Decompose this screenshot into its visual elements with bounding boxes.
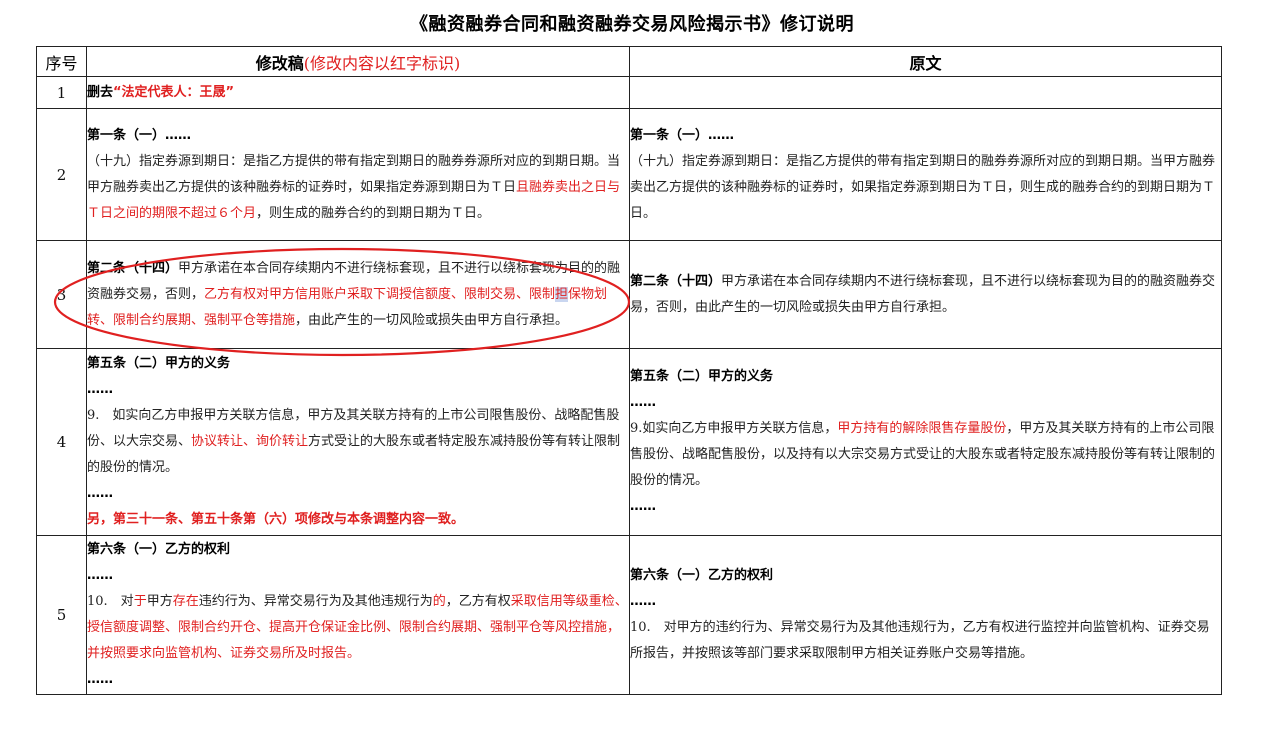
- rev-ellipsis: ……: [87, 486, 113, 501]
- orig-ellipsis: ……: [630, 594, 656, 609]
- orig-ellipsis: ……: [630, 499, 656, 514]
- table-row: 5 第六条（一）乙方的权利 …… 10. 对于甲方存在违约行为、异常交易行为及其…: [36, 535, 1222, 695]
- row-number: 3: [36, 240, 87, 349]
- rev-paragraph: 第二条（十四）甲方承诺在本合同存续期内不进行绕标套现，且不进行以绕标套现为目的的…: [87, 256, 629, 334]
- revised-cell: 第五条（二）甲方的义务 …… 9. 如实向乙方申报甲方关联方信息，甲方及其关联方…: [86, 348, 630, 536]
- header-original: 原文: [629, 46, 1222, 77]
- rev-paragraph: 9. 如实向乙方申报甲方关联方信息，甲方及其关联方持有的上市公司限售股份、战略配…: [87, 403, 629, 481]
- row-number: 4: [36, 348, 87, 536]
- original-cell: 第二条（十四）甲方承诺在本合同存续期内不进行绕标套现，且不进行以绕标套现为目的的…: [629, 240, 1222, 349]
- rev-highlighted-char: 担: [555, 286, 569, 302]
- rev-red-text: 存在: [172, 594, 199, 609]
- orig-red-text: 甲方持有的解除限售存量股份: [837, 421, 1007, 436]
- original-cell: 第一条（一）…… （十九）指定券源到期日：是指乙方提供的带有指定到期日的融券券源…: [629, 108, 1222, 241]
- rev-red-text: “法定代表人：王晟”: [113, 84, 235, 100]
- rev-text: 甲方: [146, 594, 173, 609]
- orig-heading: 第二条（十四）: [630, 273, 722, 289]
- rev-ellipsis: ……: [87, 568, 113, 583]
- original-cell: 第五条（二）甲方的义务 …… 9.如实向乙方申报甲方关联方信息，甲方持有的解除限…: [629, 348, 1222, 536]
- header-revised-label: 修改稿: [255, 53, 304, 73]
- original-cell: 第六条（一）乙方的权利 …… 10. 对甲方的违约行为、异常交易行为及其他违规行…: [629, 535, 1222, 695]
- table-row: 4 第五条（二）甲方的义务 …… 9. 如实向乙方申报甲方关联方信息，甲方及其关…: [36, 348, 1222, 536]
- original-cell: [629, 76, 1222, 109]
- revision-table: 序号 修改稿(修改内容以红字标识) 原文 1 删去“法定代表人：王晟” 2 第一…: [36, 46, 1222, 695]
- rev-paragraph: （十九）指定券源到期日：是指乙方提供的带有指定到期日的融券券源所对应的到期日期。…: [87, 149, 629, 227]
- rev-text: ，则生成的融券合约的到期日期为Ｔ日。: [256, 205, 491, 221]
- rev-red-text: 的: [432, 594, 446, 609]
- table-row: 1 删去“法定代表人：王晟”: [36, 76, 1222, 109]
- rev-heading: 第五条（二）甲方的义务: [87, 356, 231, 371]
- rev-paragraph: 10. 对于甲方存在违约行为、异常交易行为及其他违规行为的，乙方有权采取信用等级…: [87, 589, 629, 667]
- orig-heading: 第六条（一）乙方的权利: [630, 568, 774, 583]
- orig-heading: 第一条（一）……: [630, 127, 735, 143]
- header-revised-note: (修改内容以红字标识): [303, 53, 461, 73]
- rev-heading: 第一条（一）……: [87, 127, 192, 143]
- row-number: 2: [36, 108, 87, 241]
- orig-paragraph: 10. 对甲方的违约行为、异常交易行为及其他违规行为，乙方有权进行监控并向监管机…: [630, 620, 1210, 661]
- revised-cell: 第六条（一）乙方的权利 …… 10. 对于甲方存在违约行为、异常交易行为及其他违…: [86, 535, 630, 695]
- orig-paragraph: 9.如实向乙方申报甲方关联方信息，甲方持有的解除限售存量股份，甲方及其关联方持有…: [630, 416, 1221, 494]
- header-num: 序号: [36, 46, 87, 77]
- rev-text: 10. 对: [87, 594, 134, 609]
- rev-ellipsis: ……: [87, 382, 113, 397]
- rev-heading: 第二条（十四）: [87, 260, 179, 276]
- orig-text: 9.如实向乙方申报甲方关联方信息，: [630, 421, 838, 436]
- revised-cell: 删去“法定代表人：王晟”: [86, 76, 630, 109]
- table-row: 3 第二条（十四）甲方承诺在本合同存续期内不进行绕标套现，且不进行以绕标套现为目…: [36, 240, 1222, 349]
- header-revised: 修改稿(修改内容以红字标识): [86, 46, 630, 77]
- rev-prefix: 删去: [87, 84, 114, 100]
- rev-ellipsis: ……: [87, 672, 113, 687]
- rev-red-text: 乙方有权对甲方信用账户采取下调授信额度、限制交易、限制: [204, 286, 556, 302]
- rev-red-text: 协议转让、询价转让: [191, 434, 309, 449]
- rev-text: ，由此产生的一切风险或损失由甲方自行承担。: [295, 312, 569, 328]
- document-title: 《融资融券合同和融资融券交易风险揭示书》修订说明: [410, 14, 854, 35]
- rev-red-note: 另，第三十一条、第五十条第（六）项修改与本条调整内容一致。: [87, 512, 465, 527]
- orig-paragraph: 第二条（十四）甲方承诺在本合同存续期内不进行绕标套现，且不进行以绕标套现为目的的…: [630, 269, 1221, 321]
- row-number: 1: [36, 76, 87, 109]
- rev-red-text: 于: [133, 594, 147, 609]
- table-header-row: 序号 修改稿(修改内容以红字标识) 原文: [36, 46, 1222, 77]
- rev-text: 违约行为、异常交易行为及其他违规行为: [198, 594, 433, 609]
- rev-text: ，乙方有权: [445, 594, 511, 609]
- revised-cell: 第一条（一）…… （十九）指定券源到期日：是指乙方提供的带有指定到期日的融券券源…: [86, 108, 630, 241]
- orig-ellipsis: ……: [630, 395, 656, 410]
- revised-cell: 第二条（十四）甲方承诺在本合同存续期内不进行绕标套现，且不进行以绕标套现为目的的…: [86, 240, 630, 349]
- table-row: 2 第一条（一）…… （十九）指定券源到期日：是指乙方提供的带有指定到期日的融券…: [36, 108, 1222, 241]
- rev-heading: 第六条（一）乙方的权利: [87, 542, 231, 557]
- orig-paragraph: （十九）指定券源到期日：是指乙方提供的带有指定到期日的融券券源所对应的到期日期。…: [630, 153, 1216, 221]
- orig-heading: 第五条（二）甲方的义务: [630, 369, 774, 384]
- row-number: 5: [36, 535, 87, 695]
